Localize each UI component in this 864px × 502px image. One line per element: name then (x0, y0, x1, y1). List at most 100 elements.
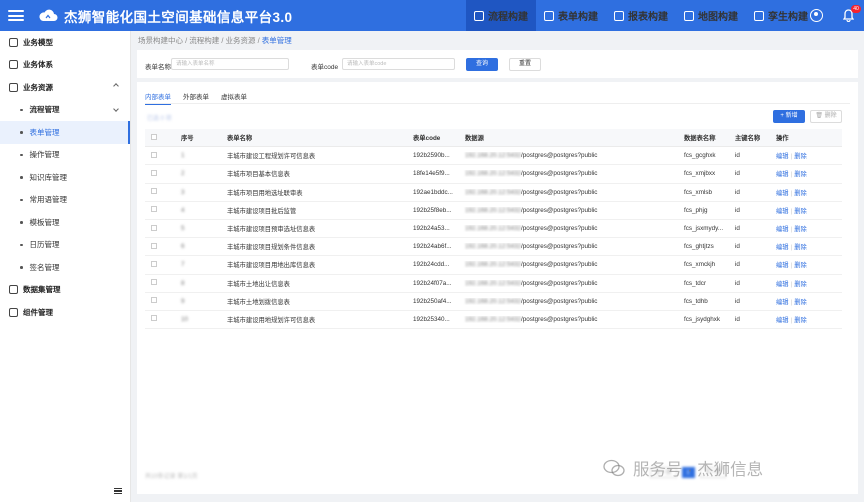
edit-link[interactable]: 编辑 (776, 190, 789, 197)
delete-link[interactable]: 删除 (794, 171, 807, 178)
row-source-host: 192.168.20.12:5432 (465, 206, 522, 214)
bullet-icon (20, 176, 23, 179)
row-actions: 编辑 | 删除 (773, 279, 842, 288)
row-checkbox[interactable] (145, 188, 178, 196)
delete-link[interactable]: 删除 (794, 190, 807, 197)
row-checkbox[interactable] (145, 169, 178, 178)
reset-button[interactable]: 重置 (509, 58, 541, 71)
nav-map-build[interactable]: 地图构建 (676, 0, 746, 31)
form-name-input[interactable]: 请输入表单名称 (171, 58, 289, 70)
row-actions: 编辑 | 删除 (773, 188, 842, 197)
select-all-checkbox[interactable] (145, 133, 178, 142)
row-checkbox[interactable] (145, 224, 178, 233)
edit-link[interactable]: 编辑 (776, 153, 789, 160)
row-source-host: 192.168.20.12:5432 (465, 315, 522, 323)
action-separator: | (790, 298, 793, 306)
sidebar-item-operation-management[interactable]: 操作管理 (0, 144, 130, 167)
row-checkbox[interactable] (145, 151, 178, 160)
edit-link[interactable]: 编辑 (776, 262, 789, 269)
row-form-code: 192b24a53... (413, 225, 450, 233)
edit-link[interactable]: 编辑 (776, 226, 789, 233)
nav-form-build[interactable]: 表单构建 (536, 0, 606, 31)
bullet-icon (20, 153, 23, 156)
sidebar-item-form-management[interactable]: 表单管理 (0, 121, 130, 144)
add-form-button[interactable]: + 新增 (773, 110, 805, 123)
user-icon[interactable] (810, 9, 823, 22)
row-primary-key: id (735, 261, 740, 269)
row-checkbox[interactable] (145, 260, 178, 269)
row-no: 3 (181, 188, 185, 196)
delete-link[interactable]: 删除 (794, 208, 807, 215)
query-button[interactable]: 查询 (466, 58, 498, 71)
row-form-code: 192b24cdd... (413, 261, 450, 269)
row-checkbox[interactable] (145, 297, 178, 305)
nav-process-build[interactable]: 流程构建 (466, 0, 536, 31)
wechat-icon (603, 459, 625, 477)
selected-count: 已选 0 项 (147, 116, 172, 122)
watermark-text: 服务号 · 杰狮信息 (633, 461, 764, 479)
row-checkbox[interactable] (145, 315, 178, 323)
row-form-name: 丰城市建设项目用地出库信息表 (227, 262, 316, 270)
delete-link[interactable]: 删除 (794, 226, 807, 233)
sidebar-item-business-resource[interactable]: 业务资源 (0, 76, 130, 99)
row-actions: 编辑 | 删除 (773, 224, 842, 233)
action-separator: | (790, 153, 793, 161)
sidebar-item-process-management[interactable]: 流程管理 (0, 99, 130, 122)
row-checkbox[interactable] (145, 279, 178, 287)
action-separator: | (790, 262, 793, 270)
delete-link[interactable]: 删除 (794, 299, 807, 306)
row-table-name: fcs_jsxmydy... (684, 225, 724, 233)
row-data-source: 192.168.20.12:5432/postgres@postgres?pub… (462, 261, 681, 268)
sidebar-item-signature-management[interactable]: 签名管理 (0, 256, 130, 279)
delete-link[interactable]: 删除 (794, 244, 807, 251)
row-source-db: /postgres@postgres?public (521, 225, 598, 233)
table-row: 6 丰城市建设项目规划条件信息表 192b24ab6f... 192.168.20.1… (145, 238, 842, 257)
sidebar-item-business-system[interactable]: 业务体系 (0, 54, 130, 77)
form-code-input[interactable]: 请输入表单code (342, 58, 455, 70)
row-form-code: 192b25f8eb... (413, 206, 452, 214)
row-table-name: fcs_jsydghxk (684, 315, 721, 323)
edit-link[interactable]: 编辑 (776, 208, 789, 215)
action-separator: | (790, 226, 793, 234)
edit-link[interactable]: 编辑 (776, 244, 789, 251)
nav-twin-build[interactable]: 孪生构建 (746, 0, 816, 31)
sidebar-item-phrase-management[interactable]: 常用语管理 (0, 189, 130, 212)
row-form-name: 丰城市建设项目批后监管 (227, 207, 297, 215)
bullet-icon (20, 266, 23, 269)
edit-link[interactable]: 编辑 (776, 171, 789, 178)
watermark: 服务号 · 杰狮信息 (603, 456, 763, 480)
sidebar-item-calendar-management[interactable]: 日历管理 (0, 234, 130, 257)
menu-icon[interactable] (8, 10, 24, 21)
delete-link[interactable]: 删除 (794, 153, 807, 160)
delete-link[interactable]: 删除 (794, 281, 807, 288)
delete-form-button[interactable]: 🗑 删除 (810, 110, 842, 123)
row-primary-key: id (735, 188, 740, 196)
sidebar-item-dataset-management[interactable]: 数据集管理 (0, 279, 130, 302)
bullet-icon (20, 131, 23, 134)
nav-report-build[interactable]: 报表构建 (606, 0, 676, 31)
sidebar-item-business-model[interactable]: 业务模型 (0, 31, 130, 54)
row-primary-key: id (735, 297, 740, 305)
row-checkbox[interactable] (145, 206, 178, 214)
edit-link[interactable]: 编辑 (776, 317, 789, 324)
row-source-db: /postgres@postgres?public (521, 243, 598, 251)
row-source-db: /postgres@postgres?public (521, 152, 598, 160)
edit-link[interactable]: 编辑 (776, 299, 789, 306)
sidebar-item-label: 流程管理 (29, 105, 60, 115)
sidebar-item-knowledge-management[interactable]: 知识库管理 (0, 166, 130, 189)
col-header-pk: 主键名称 (735, 135, 761, 143)
sidebar-item-component-management[interactable]: 组件管理 (0, 301, 130, 324)
row-data-source: 192.168.20.12:5432/postgres@postgres?pub… (462, 243, 681, 250)
row-checkbox[interactable] (145, 242, 178, 251)
edit-link[interactable]: 编辑 (776, 281, 789, 288)
breadcrumb: 场景构建中心 / 流程构建 / 业务资源 / 表单管理 (138, 35, 292, 46)
sidebar-item-label: 业务模型 (23, 37, 53, 47)
table-row: 4 丰城市建设项目批后监管 192b25f8eb... 192.168.20.12:5… (145, 202, 842, 220)
row-data-source: 192.168.20.12:5432/postgres@postgres?pub… (462, 316, 681, 323)
row-table-name: fcs_xmlsb (684, 188, 712, 196)
delete-link[interactable]: 删除 (794, 262, 807, 269)
delete-link[interactable]: 删除 (794, 317, 807, 324)
row-no: 9 (181, 297, 185, 305)
sidebar-item-template-management[interactable]: 模板管理 (0, 211, 130, 234)
collapse-sidebar-icon[interactable] (114, 488, 122, 494)
